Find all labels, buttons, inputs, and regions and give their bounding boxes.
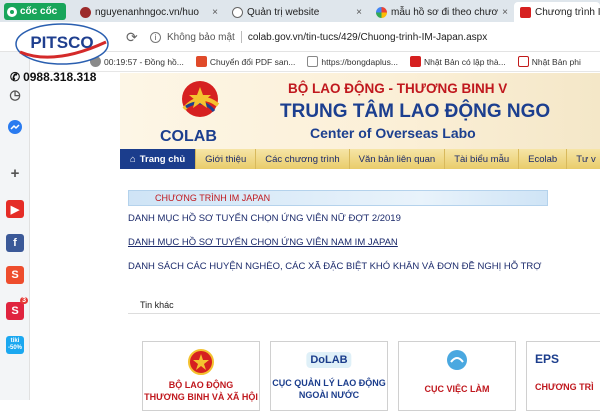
tab-bar: cốc cốc nguyenanhngoc.vn/huo × Quản trị … — [0, 0, 600, 22]
page-icon — [517, 56, 529, 67]
coccoc-brand-button[interactable]: cốc cốc — [4, 3, 66, 20]
bookmark-item[interactable]: Nhật Bản có lập thà... — [409, 56, 506, 67]
center-english-title: Center of Overseas Labo — [310, 125, 476, 141]
article-link[interactable]: DANH SÁCH CÁC HUYỆN NGHÈO, CÁC XÃ ĐẶC BI… — [128, 261, 541, 272]
sc-icon — [409, 56, 421, 67]
tab-google-search[interactable]: mẫu hồ sơ đi theo chươ × — [370, 2, 512, 22]
partner-card-employment[interactable]: CỤC VIỆC LÀM — [398, 341, 516, 411]
bookmark-label: Nhật Bản có lập thà... — [423, 56, 506, 67]
bookmark-label: 00:19:57 - Đồng hồ... — [104, 56, 184, 67]
tab-quan-tri[interactable]: Quản trị website × — [226, 2, 368, 22]
section-header: CHƯƠNG TRÌNH IM JAPAN — [128, 190, 548, 206]
tab-nguyenanhngoc[interactable]: nguyenanhngoc.vn/huo × — [74, 2, 224, 22]
menu-item-chuong-trinh[interactable]: Các chương trình — [256, 149, 350, 169]
article-link[interactable]: DANH MỤC HỒ SƠ TUYỂN CHỌN ỨNG VIÊN NAM I… — [128, 237, 398, 248]
card-subtitle: NGOÀI NƯỚC — [298, 390, 360, 400]
national-emblem-icon — [188, 349, 214, 375]
messenger-icon[interactable] — [6, 118, 24, 136]
colab-logo-text: COLAB — [160, 128, 217, 145]
pitsco-logo-text: PITSCO — [30, 33, 93, 52]
close-tab-icon[interactable]: × — [502, 7, 508, 18]
close-tab-icon[interactable]: × — [212, 7, 218, 18]
colab-favicon-icon — [520, 6, 531, 18]
main-menu: ⌂ Trang chủ Giới thiệu Các chương trình … — [120, 149, 600, 169]
bookmark-item[interactable]: Chuyển đổi PDF san... — [195, 56, 296, 67]
tab-label: Chương trình IM — [535, 6, 600, 18]
facebook-icon[interactable]: f — [6, 234, 24, 252]
address-bar[interactable]: i Không bảo mật colab.gov.vn/tin-tucs/42… — [150, 27, 600, 47]
menu-item-ecolab[interactable]: Ecolab — [519, 149, 568, 169]
article-link[interactable]: DANH MỤC HỒ SƠ TUYỂN CHỌN ỨNG VIÊN NỮ ĐỢ… — [128, 213, 401, 224]
shopee-icon[interactable]: S — [6, 266, 24, 284]
browser-sidebar: ◷ + ▶ f S S 3 tiki -50% — [0, 52, 30, 400]
url-text[interactable]: colab.gov.vn/tin-tucs/429/Chuong-trinh-I… — [248, 32, 487, 43]
section-title: CHƯƠNG TRÌNH IM JAPAN — [155, 193, 271, 203]
divider — [128, 313, 600, 314]
bookmark-item[interactable]: Nhật Bản phi — [517, 56, 581, 67]
add-icon[interactable]: + — [6, 164, 24, 182]
tab-label: Quản trị website — [247, 6, 320, 18]
menu-item-bieu-mau[interactable]: Tài biểu mẫu — [445, 149, 520, 169]
bookmark-label: https://bongdaplus... — [321, 56, 398, 67]
youtube-icon[interactable]: ▶ — [6, 200, 24, 218]
center-title: TRUNG TÂM LAO ĐỘNG NGO — [280, 101, 551, 122]
card-title: CỤC QUẢN LÝ LAO ĐỘNG — [272, 378, 386, 388]
phone-icon: ✆ — [10, 70, 21, 84]
card-subtitle: THƯƠNG BINH VÀ XÃ HỘI — [144, 392, 258, 402]
coccoc-logo-icon — [7, 6, 17, 17]
tab-label: mẫu hồ sơ đi theo chươ — [391, 6, 499, 18]
tab-label: nguyenanhngoc.vn/huo — [95, 6, 199, 18]
page-icon — [307, 56, 319, 67]
phone-number: 0988.318.318 — [23, 70, 97, 84]
partner-card-dolab[interactable]: DoLAB CỤC QUẢN LÝ LAO ĐỘNG NGOÀI NƯỚC — [270, 341, 388, 411]
bookmark-label: Chuyển đổi PDF san... — [209, 56, 296, 67]
info-icon[interactable]: i — [150, 31, 161, 43]
divider — [240, 31, 242, 43]
menu-item-gioi-thieu[interactable]: Giới thiệu — [196, 149, 257, 169]
menu-label: Trang chủ — [139, 153, 186, 165]
brand-label: cốc cốc — [20, 6, 58, 17]
other-news-label: Tin khác — [140, 300, 174, 310]
bookmarks-bar: 00:19:57 - Đồng hồ... Chuyển đổi PDF san… — [38, 52, 600, 72]
history-icon[interactable]: ◷ — [6, 86, 24, 104]
google-icon — [376, 6, 387, 18]
colab-logo[interactable]: COLAB — [156, 79, 246, 145]
hotline[interactable]: ✆ 0988.318.318 — [10, 70, 96, 84]
reload-icon[interactable]: ⟳ — [126, 29, 138, 46]
bookmark-label: Nhật Bản phi — [531, 56, 581, 67]
menu-item-home[interactable]: ⌂ Trang chủ — [120, 149, 197, 169]
notification-badge: 3 — [20, 297, 28, 304]
pdf-icon — [195, 56, 207, 67]
dolab-logo-icon: DoLAB — [306, 352, 352, 368]
sendo-icon[interactable]: S 3 — [6, 297, 28, 320]
tiki-icon[interactable]: tiki -50% — [6, 336, 24, 354]
eps-logo-icon: EPS — [535, 352, 560, 366]
pitsco-logo: PITSCO — [15, 23, 109, 65]
card-title: BỘ LAO ĐỘNG — [168, 380, 234, 390]
card-title: CỤC VIỆC LÀM — [424, 384, 490, 394]
globe-icon — [232, 6, 243, 18]
ministry-title: BỘ LAO ĐỘNG - THƯƠNG BINH V — [288, 81, 508, 96]
partner-card-ministry[interactable]: BỘ LAO ĐỘNG THƯƠNG BINH VÀ XÃ HỘI — [142, 341, 260, 411]
site-header: COLAB BỘ LAO ĐỘNG - THƯƠNG BINH V TRUNG … — [120, 73, 600, 149]
menu-item-van-ban[interactable]: Văn bản liên quan — [350, 149, 446, 169]
security-status: Không bảo mật — [167, 31, 235, 43]
close-tab-icon[interactable]: × — [356, 7, 362, 18]
partner-card-eps[interactable]: EPS CHƯƠNG TRÌ — [526, 341, 600, 411]
employment-logo-icon — [447, 350, 467, 370]
tab-chuong-trinh-im[interactable]: Chương trình IM — [514, 2, 600, 22]
card-title: CHƯƠNG TRÌ — [535, 382, 594, 392]
bookmark-item[interactable]: https://bongdaplus... — [307, 56, 398, 67]
menu-item-tu-van[interactable]: Tư v — [567, 149, 600, 169]
site-favicon-icon — [80, 6, 91, 18]
home-icon: ⌂ — [130, 153, 136, 165]
web-page: COLAB BỘ LAO ĐỘNG - THƯƠNG BINH V TRUNG … — [120, 73, 600, 411]
